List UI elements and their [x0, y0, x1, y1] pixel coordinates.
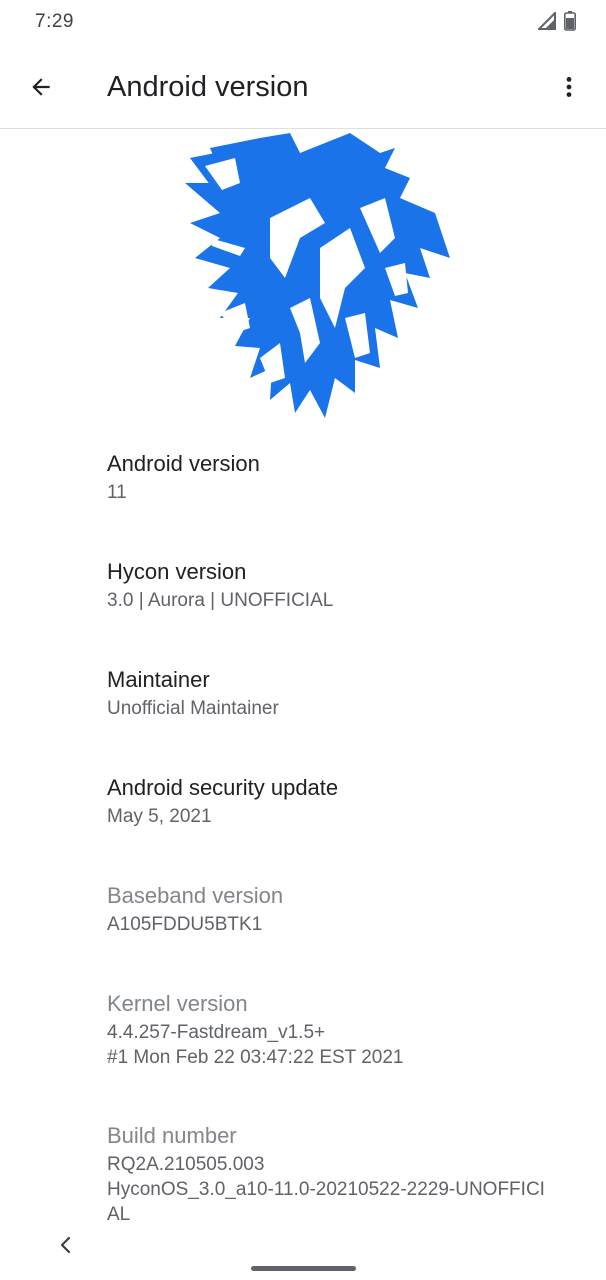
pref-summary: 3.0 | Aurora | UNOFFICIAL: [107, 590, 334, 611]
pref-summary-line: RQ2A.210505.003: [107, 1154, 265, 1175]
back-button[interactable]: [22, 68, 60, 106]
pref-summary-line: 4.4.257-Fastdream_v1.5+: [107, 1022, 326, 1043]
pref-android-version[interactable]: Android version 11: [107, 450, 587, 505]
settings-screen: 7:29 Android version Android version 11 …: [0, 0, 606, 1280]
pref-build-number[interactable]: Build number RQ2A.210505.003 HyconOS_3.0…: [107, 1122, 587, 1227]
pref-maintainer[interactable]: Maintainer Unofficial Maintainer: [107, 666, 587, 721]
pref-baseband-version: Baseband version A105FDDU5BTK1: [107, 882, 587, 937]
wolf-logo: [150, 128, 460, 423]
nav-back-chevron-icon: [60, 1236, 71, 1254]
page-title: Android version: [107, 71, 309, 103]
pref-summary: Unofficial Maintainer: [107, 698, 279, 719]
pref-title: Maintainer: [107, 667, 210, 692]
pref-summary-line: AL: [107, 1204, 131, 1225]
pref-title: Baseband version: [107, 883, 284, 908]
pref-summary: 11: [107, 482, 127, 503]
gesture-handle[interactable]: [251, 1266, 356, 1271]
battery-icon: [564, 11, 576, 36]
pref-hycon-version[interactable]: Hycon version 3.0 | Aurora | UNOFFICIAL: [107, 558, 587, 613]
pref-title: Kernel version: [107, 991, 248, 1016]
pref-kernel-version: Kernel version 4.4.257-Fastdream_v1.5+ #…: [107, 990, 587, 1070]
nav-back-button[interactable]: [56, 1233, 76, 1257]
pref-security-update[interactable]: Android security update May 5, 2021: [107, 774, 587, 829]
pref-summary-line: HyconOS_3.0_a10-11.0-20210522-2229-UNOFF…: [107, 1179, 545, 1200]
pref-title: Build number: [107, 1123, 237, 1148]
pref-title: Android version: [107, 451, 260, 476]
pref-summary: A105FDDU5BTK1: [107, 914, 263, 935]
app-bar: Android version: [0, 46, 606, 129]
arrow-back-icon: [32, 78, 50, 96]
more-vert-icon: [566, 77, 572, 97]
pref-title: Android security update: [107, 775, 339, 800]
pref-summary-line: #1 Mon Feb 22 03:47:22 EST 2021: [107, 1047, 404, 1068]
signal-icon: [536, 10, 556, 35]
status-time: 7:29: [35, 11, 74, 32]
status-bar: 7:29: [0, 0, 606, 46]
more-options-button[interactable]: [550, 68, 588, 106]
pref-summary: May 5, 2021: [107, 806, 212, 827]
status-icons: [536, 10, 576, 36]
pref-title: Hycon version: [107, 559, 247, 584]
